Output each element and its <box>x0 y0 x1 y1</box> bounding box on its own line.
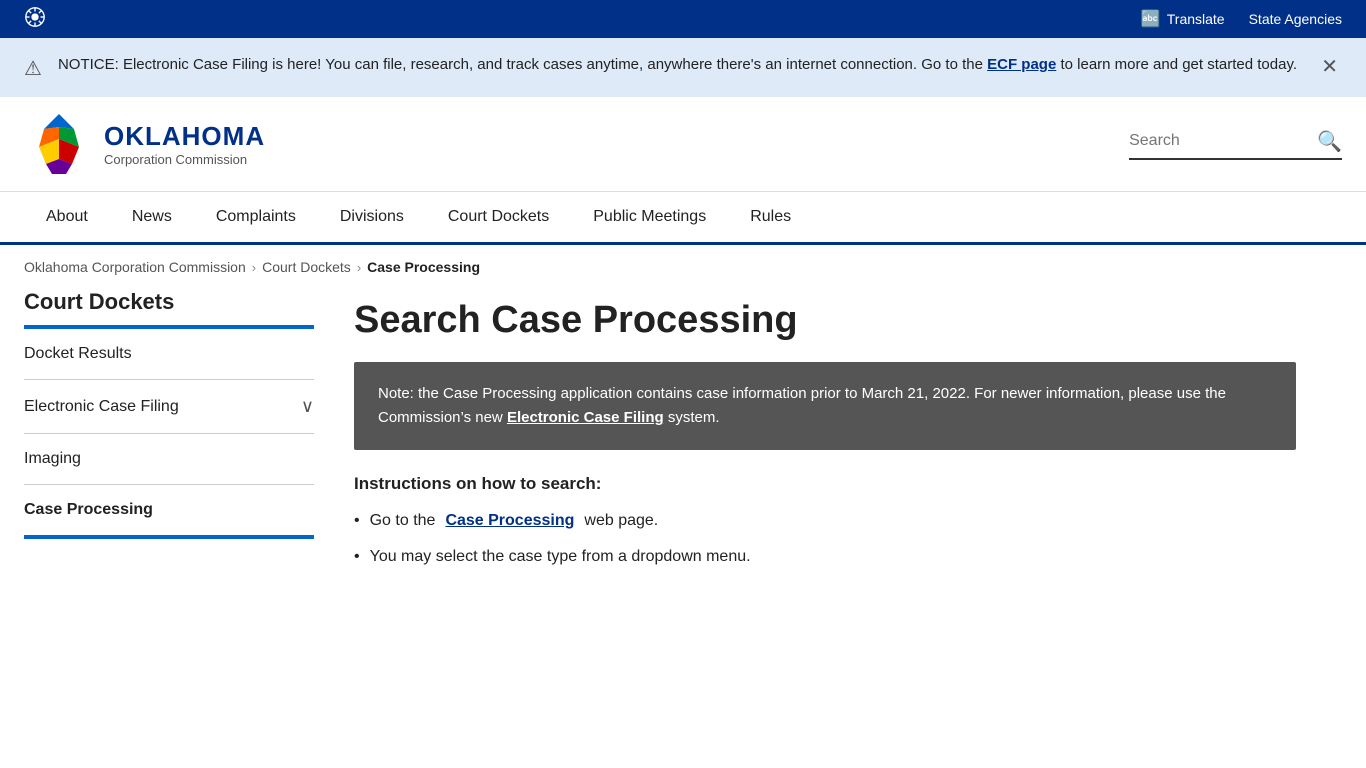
notice-text-after: to learn more and get started today. <box>1056 56 1297 73</box>
breadcrumb: Oklahoma Corporation Commission › Court … <box>0 245 1366 289</box>
instruction-item-1: Go to the Case Processing web page. <box>354 508 1296 534</box>
main-content: Search Case Processing Note: the Case Pr… <box>354 289 1296 579</box>
notice-close-button[interactable]: ✕ <box>1317 54 1342 79</box>
logo-text: OKLAHOMA Corporation Commission <box>104 121 265 167</box>
instruction-1-text-before: Go to the <box>370 508 436 534</box>
sidebar: Court Dockets Docket Results Electronic … <box>24 289 314 579</box>
search-input[interactable] <box>1129 132 1309 150</box>
info-box-text-before: Note: the Case Processing application co… <box>378 385 1226 426</box>
state-logo <box>24 6 46 33</box>
warning-icon: ⚠ <box>24 56 42 81</box>
sidebar-item-imaging[interactable]: Imaging <box>24 434 314 485</box>
case-processing-link[interactable]: Case Processing <box>445 508 574 534</box>
search-area: 🔍 <box>1129 129 1342 160</box>
site-logo-link[interactable]: OKLAHOMA Corporation Commission <box>24 109 265 179</box>
site-header: OKLAHOMA Corporation Commission 🔍 <box>0 97 1366 192</box>
instruction-item-2: You may select the case type from a drop… <box>354 544 1296 570</box>
state-agencies-link[interactable]: State Agencies <box>1249 11 1342 27</box>
oklahoma-logo-svg <box>24 109 94 179</box>
sidebar-item-ecf-label: Electronic Case Filing <box>24 398 179 416</box>
logo-sub: Corporation Commission <box>104 152 265 167</box>
chevron-down-icon: ∨ <box>301 396 314 417</box>
instruction-2-text: You may select the case type from a drop… <box>370 544 751 570</box>
notice-banner: ⚠ NOTICE: Electronic Case Filing is here… <box>0 38 1366 97</box>
breadcrumb-current: Case Processing <box>367 259 480 275</box>
breadcrumb-home[interactable]: Oklahoma Corporation Commission <box>24 259 246 275</box>
info-box: Note: the Case Processing application co… <box>354 362 1296 450</box>
translate-label: Translate <box>1167 11 1225 27</box>
search-icon: 🔍 <box>1317 131 1342 153</box>
nav-item-complaints[interactable]: Complaints <box>194 192 318 245</box>
sidebar-item-case-processing[interactable]: Case Processing <box>24 485 314 539</box>
main-nav: About News Complaints Divisions Court Do… <box>0 192 1366 245</box>
breadcrumb-sep-1: › <box>252 260 256 275</box>
instruction-1-text-after: web page. <box>584 508 658 534</box>
ecf-link[interactable]: ECF page <box>987 56 1056 73</box>
notice-text: NOTICE: Electronic Case Filing is here! … <box>58 54 1297 77</box>
sidebar-item-docket-results-label: Docket Results <box>24 345 132 363</box>
instructions-list: Go to the Case Processing web page. You … <box>354 508 1296 569</box>
state-agencies-label: State Agencies <box>1249 11 1342 27</box>
instructions-title: Instructions on how to search: <box>354 474 1296 494</box>
logo-oklahoma: OKLAHOMA <box>104 121 265 152</box>
notice-text-before: NOTICE: Electronic Case Filing is here! … <box>58 56 987 73</box>
nav-item-rules[interactable]: Rules <box>728 192 813 245</box>
translate-link[interactable]: 🔤 Translate <box>1141 9 1225 29</box>
breadcrumb-sep-2: › <box>357 260 361 275</box>
nav-item-divisions[interactable]: Divisions <box>318 192 426 245</box>
sidebar-item-imaging-label: Imaging <box>24 450 81 468</box>
nav-item-public-meetings[interactable]: Public Meetings <box>571 192 728 245</box>
page-title: Search Case Processing <box>354 299 1296 342</box>
sidebar-item-ecf[interactable]: Electronic Case Filing ∨ <box>24 380 314 434</box>
sidebar-item-docket-results[interactable]: Docket Results <box>24 329 314 380</box>
nav-item-about[interactable]: About <box>24 192 110 245</box>
ecf-system-link[interactable]: Electronic Case Filing <box>507 409 664 426</box>
info-box-text-after: system. <box>664 409 720 426</box>
nav-item-news[interactable]: News <box>110 192 194 245</box>
top-bar: 🔤 Translate State Agencies <box>0 0 1366 38</box>
nav-item-court-dockets[interactable]: Court Dockets <box>426 192 571 245</box>
main-layout: Court Dockets Docket Results Electronic … <box>0 289 1320 619</box>
breadcrumb-court-dockets[interactable]: Court Dockets <box>262 259 351 275</box>
sidebar-title: Court Dockets <box>24 289 314 329</box>
sidebar-item-case-processing-label: Case Processing <box>24 501 153 519</box>
translate-icon: 🔤 <box>1141 9 1161 29</box>
search-button[interactable]: 🔍 <box>1317 129 1342 154</box>
